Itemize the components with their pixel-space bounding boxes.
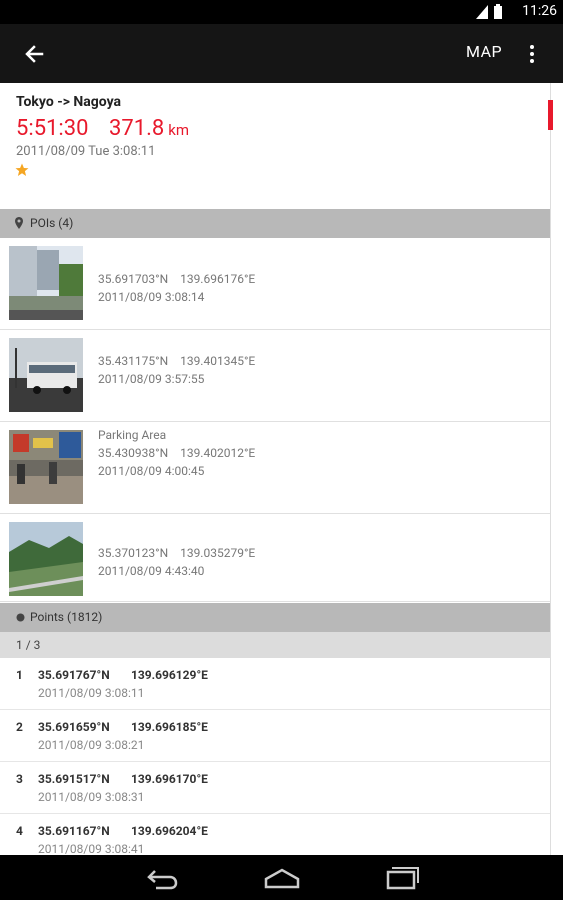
point-time: 2011/08/09 3:08:21 bbox=[38, 738, 145, 752]
poi-photo bbox=[9, 430, 83, 504]
point-lat: 35.691167°N bbox=[38, 824, 110, 838]
point-time: 2011/08/09 3:08:11 bbox=[38, 686, 145, 700]
poi-lat: 35.431175°N bbox=[98, 354, 169, 368]
map-button[interactable]: MAP bbox=[466, 42, 502, 61]
points-header-label: Points (1812) bbox=[30, 610, 103, 624]
trip-date: 2011/08/09 Tue 3:08:11 bbox=[16, 144, 156, 159]
point-lat: 35.691767°N bbox=[38, 668, 110, 682]
point-time: 2011/08/09 3:08:41 bbox=[38, 842, 145, 855]
pois-section-header: POIs (4) bbox=[0, 209, 550, 238]
point-index: 1 bbox=[16, 668, 23, 682]
nav-recents-icon[interactable] bbox=[382, 865, 422, 891]
point-row[interactable]: 3 35.691517°N 139.696170°E 2011/08/09 3:… bbox=[0, 762, 550, 814]
poi-photo bbox=[9, 522, 83, 596]
point-row[interactable]: 1 35.691767°N 139.696129°E 2011/08/09 3:… bbox=[0, 658, 550, 710]
trip-distance: 371.8 km bbox=[109, 116, 189, 141]
poi-item[interactable]: 35.691703°N 139.696176°E 2011/08/09 3:08… bbox=[0, 238, 550, 330]
scroll-thumb[interactable] bbox=[548, 100, 553, 130]
poi-photo bbox=[9, 338, 83, 412]
poi-time: 2011/08/09 4:00:45 bbox=[98, 464, 205, 478]
point-lat: 35.691659°N bbox=[38, 720, 110, 734]
trip-duration: 5:51:30 bbox=[16, 116, 89, 141]
back-arrow-icon[interactable] bbox=[18, 38, 50, 70]
points-section-header: Points (1812) bbox=[0, 603, 550, 632]
point-lat: 35.691517°N bbox=[38, 772, 110, 786]
point-lon: 139.696170°E bbox=[131, 772, 208, 786]
pin-icon bbox=[15, 217, 23, 229]
poi-lat: 35.691703°N bbox=[98, 272, 169, 286]
poi-item[interactable]: 35.431175°N 139.401345°E 2011/08/09 3:57… bbox=[0, 330, 550, 422]
status-icons bbox=[475, 4, 503, 20]
poi-lat: 35.430938°N bbox=[98, 446, 169, 460]
poi-photo bbox=[9, 246, 83, 320]
trip-summary: Tokyo -> Nagoya 5:51:30 371.8 km 2011/08/… bbox=[0, 83, 563, 209]
star-icon[interactable] bbox=[15, 163, 29, 177]
poi-time: 2011/08/09 3:57:55 bbox=[98, 372, 205, 386]
signal-icon bbox=[476, 5, 488, 19]
poi-label: Parking Area bbox=[98, 428, 167, 442]
point-lon: 139.696204°E bbox=[131, 824, 208, 838]
poi-lon: 139.696176°E bbox=[180, 272, 256, 286]
point-time: 2011/08/09 3:08:31 bbox=[38, 790, 145, 804]
distance-unit: km bbox=[168, 121, 190, 139]
status-bar: 11:26 bbox=[0, 0, 563, 24]
nav-back-icon[interactable] bbox=[142, 865, 182, 891]
poi-time: 2011/08/09 4:43:40 bbox=[98, 564, 205, 578]
point-row[interactable]: 4 35.691167°N 139.696204°E 2011/08/09 3:… bbox=[0, 814, 550, 855]
pois-header-label: POIs (4) bbox=[30, 216, 74, 230]
navigation-bar bbox=[0, 855, 563, 900]
poi-coords: 35.431175°N 139.401345°E bbox=[98, 352, 255, 370]
poi-coords: 35.370123°N 139.035279°E bbox=[98, 544, 255, 562]
poi-lon: 139.035279°E bbox=[180, 546, 256, 560]
dot-icon bbox=[16, 613, 25, 622]
poi-lat: 35.370123°N bbox=[98, 546, 169, 560]
point-row[interactable]: 2 35.691659°N 139.696185°E 2011/08/09 3:… bbox=[0, 710, 550, 762]
point-index: 3 bbox=[16, 772, 23, 786]
overflow-menu-icon[interactable] bbox=[522, 40, 542, 68]
nav-home-icon[interactable] bbox=[262, 865, 302, 891]
point-index: 2 bbox=[16, 720, 23, 734]
poi-lon: 139.402012°E bbox=[180, 446, 256, 460]
point-lon: 139.696185°E bbox=[131, 720, 208, 734]
point-lon: 139.696129°E bbox=[131, 668, 208, 682]
action-bar: MAP bbox=[0, 24, 563, 83]
page-label: 1 / 3 bbox=[16, 638, 41, 652]
poi-time: 2011/08/09 3:08:14 bbox=[98, 290, 205, 304]
poi-item[interactable]: 35.370123°N 139.035279°E 2011/08/09 4:43… bbox=[0, 514, 550, 602]
page-indicator[interactable]: 1 / 3 bbox=[0, 632, 550, 658]
trip-title: Tokyo -> Nagoya bbox=[16, 94, 122, 110]
poi-item[interactable]: Parking Area 35.430938°N 139.402012°E 20… bbox=[0, 422, 550, 514]
content-scroll[interactable]: Tokyo -> Nagoya 5:51:30 371.8 km 2011/08/… bbox=[0, 83, 563, 855]
poi-coords: 35.691703°N 139.696176°E bbox=[98, 270, 255, 288]
distance-value: 371.8 bbox=[109, 116, 165, 141]
poi-lon: 139.401345°E bbox=[180, 354, 256, 368]
battery-icon bbox=[494, 4, 502, 19]
poi-coords: 35.430938°N 139.402012°E bbox=[98, 444, 255, 462]
status-time: 11:26 bbox=[522, 3, 557, 19]
point-index: 4 bbox=[16, 824, 23, 838]
